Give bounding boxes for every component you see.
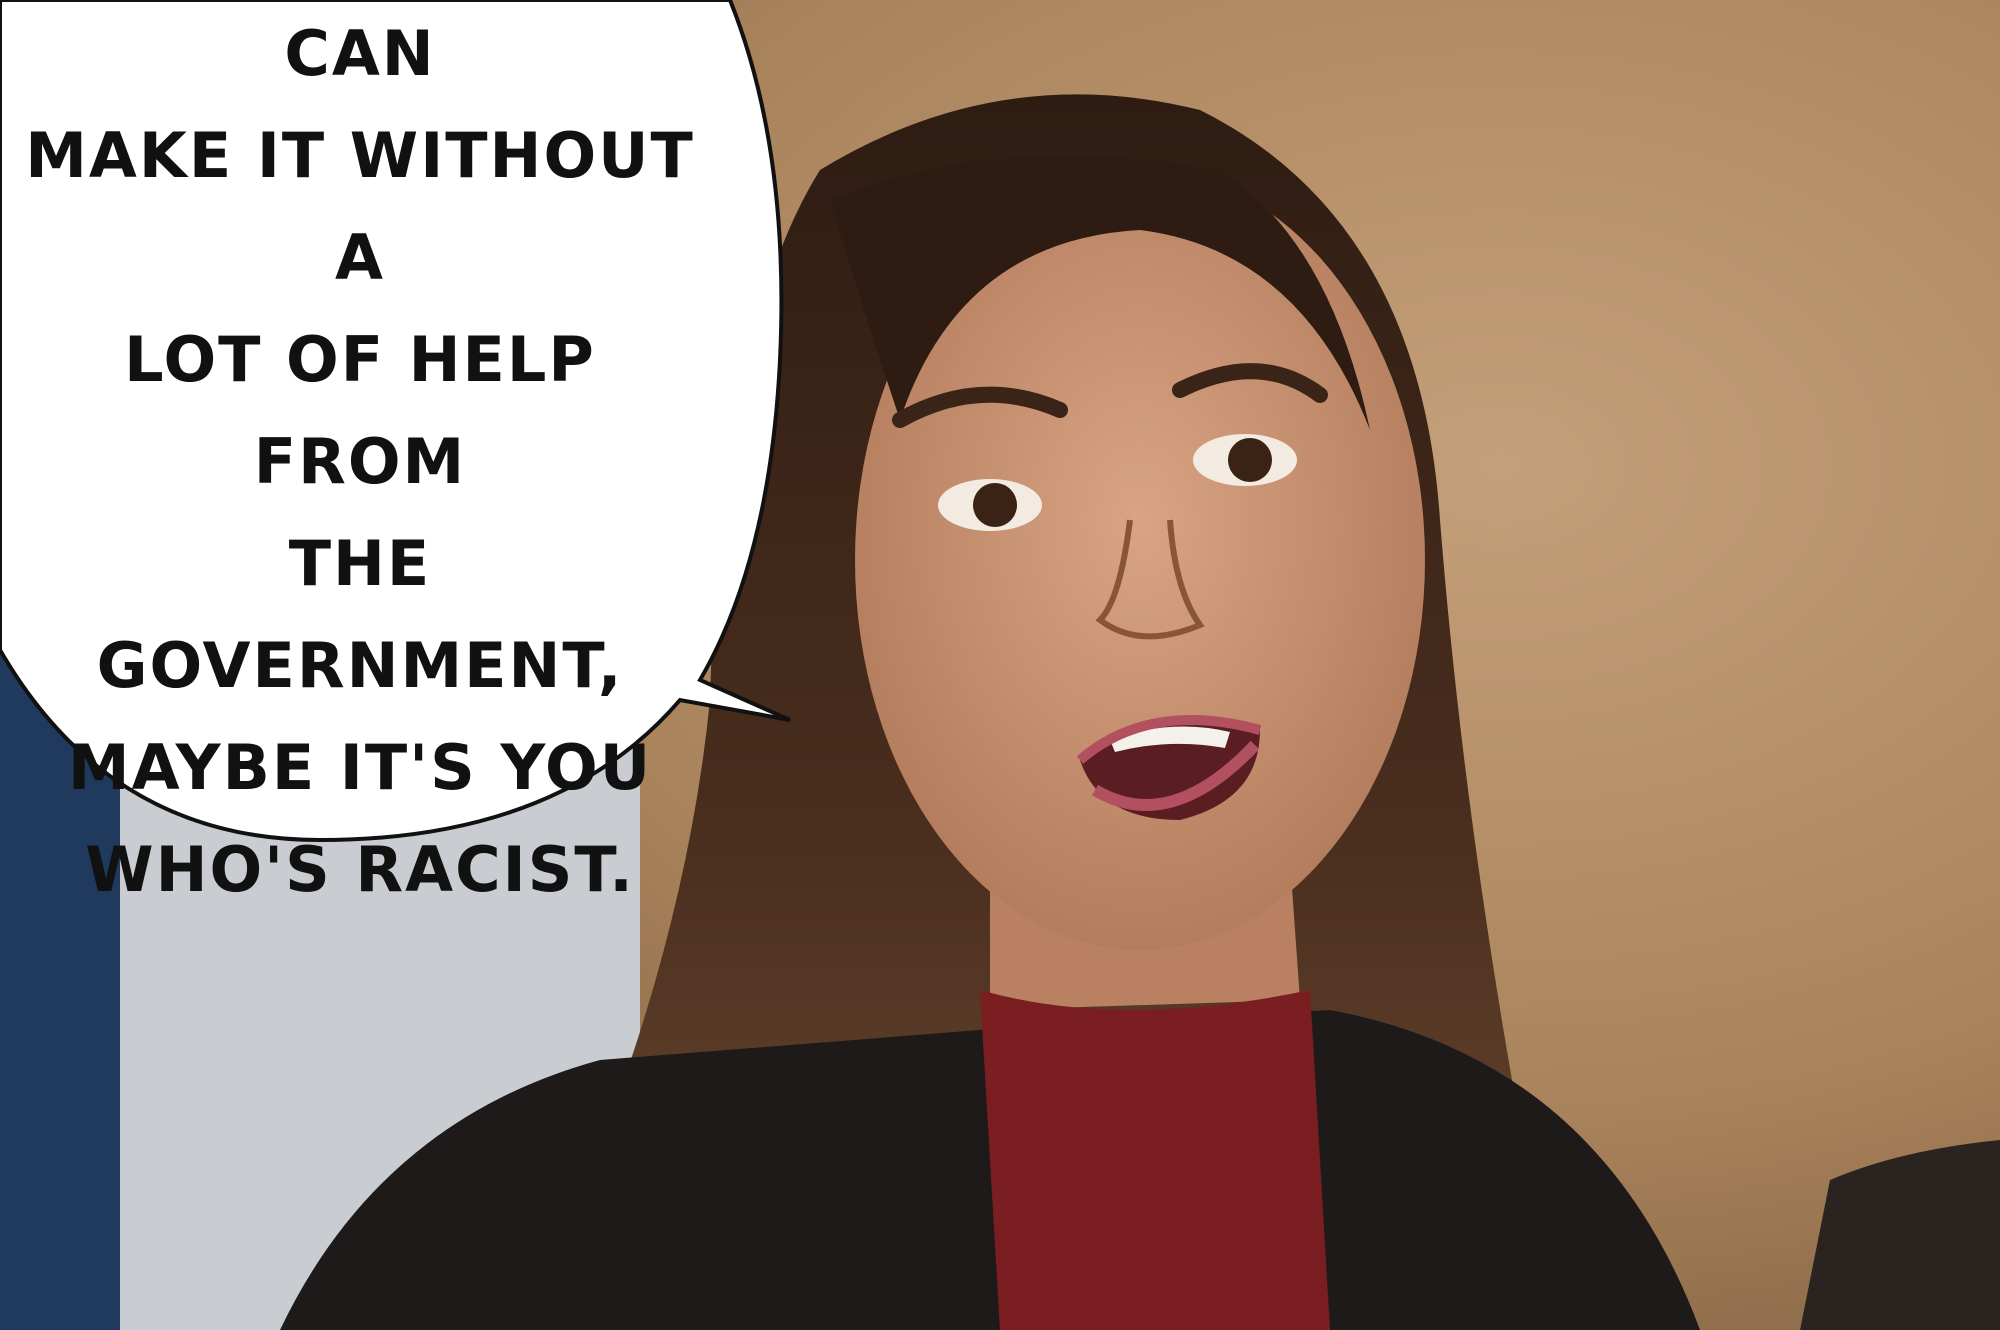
left-iris	[973, 483, 1017, 527]
sweater	[980, 990, 1330, 1330]
right-iris	[1228, 438, 1272, 482]
speech-bubble-text-area: IF YOU BELIEVE BLACK PEOPLE CAN MAKE IT …	[20, 0, 700, 906]
meme-scene: IF YOU BELIEVE BLACK PEOPLE CAN MAKE IT …	[0, 0, 2000, 1330]
speech-bubble-text: IF YOU BELIEVE BLACK PEOPLE CAN MAKE IT …	[25, 17, 695, 906]
